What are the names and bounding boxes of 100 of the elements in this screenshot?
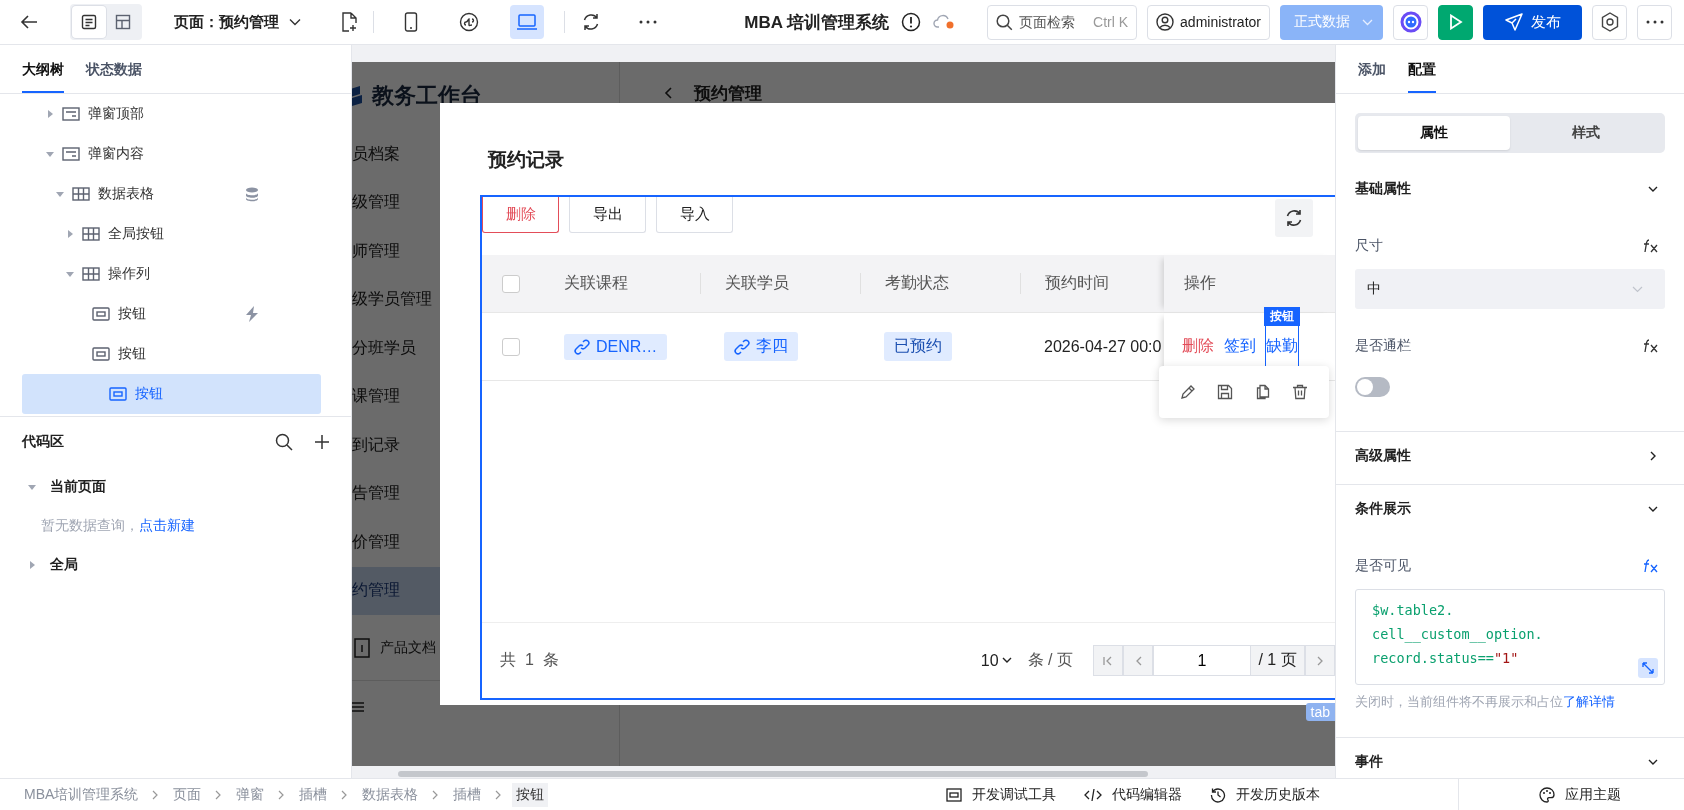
tree-label: 弹窗内容	[88, 145, 144, 163]
tree-item[interactable]: 操作列	[0, 254, 329, 294]
search-icon	[996, 13, 1014, 31]
section-header[interactable]: 事件	[1355, 742, 1665, 778]
formula-icon[interactable]	[1643, 339, 1659, 353]
user-button[interactable]: administrator	[1147, 4, 1270, 40]
lightning-icon	[245, 306, 259, 322]
status-tool-button[interactable]: 开发历史版本	[1196, 779, 1334, 810]
status-tool-button[interactable]: 代码编辑器	[1070, 779, 1196, 810]
row-action-link[interactable]: 缺勤	[1266, 326, 1298, 367]
publish-button[interactable]: 发布	[1483, 4, 1582, 40]
panel-tab[interactable]: 配置	[1408, 45, 1436, 93]
status-tag: 已预约	[884, 332, 952, 361]
tree-item[interactable]: 按钮	[0, 334, 329, 374]
palette-icon	[1539, 786, 1555, 803]
course-link-tag[interactable]: DENR…	[564, 333, 668, 360]
tree-label: 按钮	[118, 305, 146, 323]
code-group[interactable]: 当前页面	[22, 467, 329, 507]
plus-icon[interactable]	[315, 435, 329, 449]
section-header[interactable]: 基础属性	[1355, 169, 1665, 209]
chevron-right-icon	[152, 789, 160, 800]
first-page-icon	[1103, 655, 1113, 666]
panel-tab[interactable]: 状态数据	[86, 45, 142, 93]
button-icon	[92, 307, 110, 321]
app-title: MBA 培训管理系统	[744, 11, 890, 34]
button-icon	[92, 347, 110, 361]
status-tool-button[interactable]: 应用主题	[1458, 779, 1684, 810]
pencil-icon[interactable]	[1179, 384, 1196, 400]
learn-more-link[interactable]: 了解详情	[1563, 694, 1615, 709]
tree-item[interactable]: 弹窗顶部	[0, 94, 329, 134]
row-action-link[interactable]: 签到	[1224, 336, 1256, 357]
docs-link[interactable]: 产品文档	[380, 638, 436, 657]
page-icon	[81, 14, 97, 30]
page-title: 预约管理	[694, 82, 762, 105]
action-button[interactable]: 导出	[569, 197, 646, 233]
save-icon[interactable]	[1217, 384, 1234, 400]
back-arrow-icon[interactable]	[20, 14, 38, 30]
tree-label: 按钮	[118, 345, 146, 363]
tree-item[interactable]: 按钮	[22, 374, 321, 414]
column-header: 考勤状态	[860, 273, 1020, 294]
panel-tab[interactable]: 添加	[1358, 45, 1386, 93]
back-icon[interactable]	[664, 87, 672, 99]
code-group[interactable]: 全局	[22, 545, 329, 585]
chevron-right-icon	[495, 789, 503, 800]
size-select[interactable]: 中	[1355, 269, 1665, 309]
refresh-button[interactable]	[1275, 199, 1313, 237]
checkbox[interactable]	[502, 274, 520, 293]
page-total: / 1 页	[1251, 645, 1305, 676]
search-icon[interactable]	[275, 433, 293, 451]
scrollbar[interactable]	[398, 771, 1148, 777]
code-editor[interactable]: $w.table2. cell__custom__option. record.status=="1"	[1355, 589, 1665, 685]
breadcrumb-item[interactable]: 按钮	[512, 782, 549, 807]
column-header: 关联课程	[563, 273, 629, 293]
row-action-link[interactable]: 删除	[1182, 336, 1214, 357]
segment-tab[interactable]: 属性	[1358, 116, 1510, 150]
total-count: 共 1 条	[500, 650, 559, 670]
database-icon	[245, 186, 259, 202]
create-link[interactable]: 点击新建	[139, 517, 195, 535]
panel-tab[interactable]: 大纲树	[22, 45, 64, 93]
alert-icon[interactable]	[901, 12, 922, 32]
section-title: 基础属性	[1355, 180, 1411, 198]
user-icon	[1156, 13, 1175, 31]
refresh-icon[interactable]	[581, 12, 601, 32]
segment-tab[interactable]: 样式	[1510, 116, 1662, 150]
tree-item[interactable]: 弹窗内容	[0, 134, 329, 174]
run-button[interactable]	[1438, 4, 1473, 40]
action-button[interactable]: 导入	[656, 197, 733, 233]
section-header[interactable]: 条件展示	[1355, 489, 1665, 529]
section-title: 高级属性	[1355, 447, 1411, 465]
window-icon	[946, 787, 962, 802]
add-file-icon[interactable]	[341, 12, 357, 32]
link-icon	[574, 338, 590, 355]
trash-icon[interactable]	[1292, 384, 1309, 400]
menu-icon[interactable]	[352, 701, 364, 713]
settings-button[interactable]	[1592, 4, 1627, 40]
section-title: 代码区	[22, 433, 64, 451]
tree-item[interactable]: 数据表格	[0, 174, 329, 214]
page-size-label: 条 / 页	[1027, 650, 1073, 670]
copy-icon[interactable]	[1254, 384, 1271, 400]
delete-button[interactable]: 删除	[482, 197, 559, 233]
section-header[interactable]: 高级属性	[1355, 436, 1665, 476]
checkbox[interactable]	[502, 337, 520, 356]
page-selector[interactable]: 页面：预约管理	[174, 12, 301, 32]
assistant-button[interactable]	[1393, 4, 1428, 40]
status-tool-button[interactable]: 开发调试工具	[932, 779, 1070, 810]
tree-item[interactable]: 全局按钮	[0, 214, 329, 254]
chevron-right-icon	[432, 789, 440, 800]
toggle-switch[interactable]	[1355, 377, 1390, 397]
expand-icon[interactable]	[1638, 658, 1658, 678]
page-view-button[interactable]	[72, 6, 106, 38]
group-label: 当前页面	[50, 478, 106, 496]
page-input[interactable]: 1	[1153, 645, 1251, 676]
hint-text: 关闭时，当前组件将不再展示和占位	[1355, 694, 1563, 709]
component-tag: tab	[1305, 703, 1335, 721]
more-icon[interactable]	[639, 20, 657, 24]
student-link-tag[interactable]: 李四	[724, 332, 798, 361]
page-size-dropdown[interactable]: 10	[980, 651, 1012, 670]
tree-item[interactable]: 按钮	[0, 294, 329, 334]
cloud-icon[interactable]	[933, 14, 956, 30]
formula-icon[interactable]	[1643, 239, 1659, 253]
